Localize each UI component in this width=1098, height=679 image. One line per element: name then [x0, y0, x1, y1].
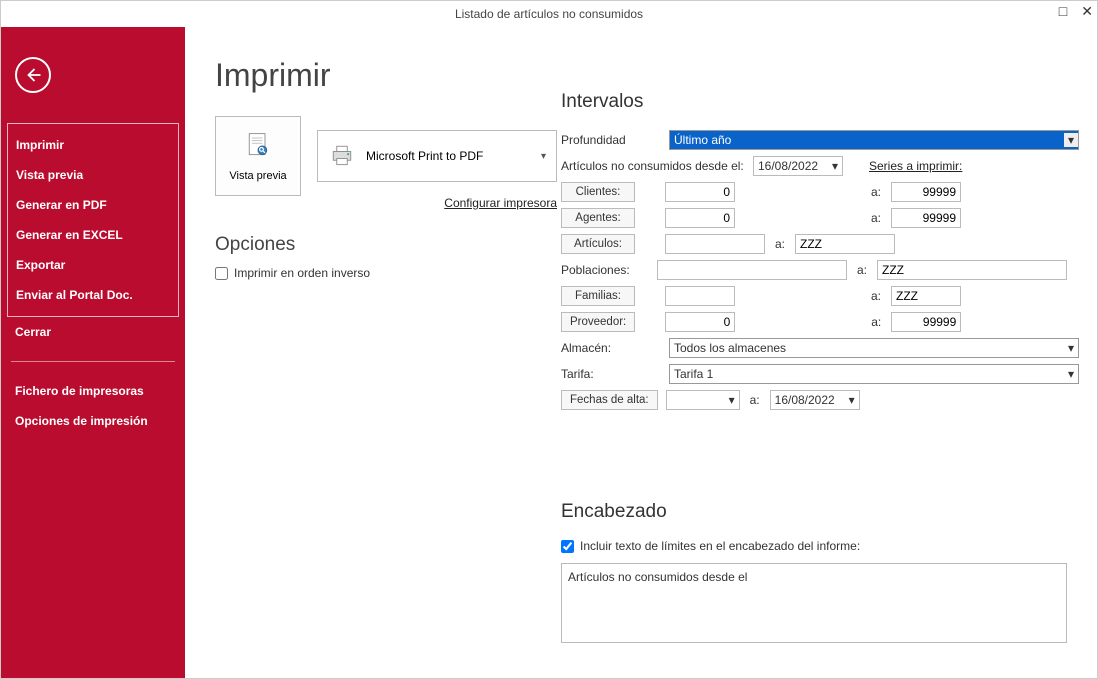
sidebar-item-opciones-impresion[interactable]: Opciones de impresión — [1, 406, 185, 436]
title-bar: Listado de artículos no consumidos □ ✕ — [1, 1, 1097, 27]
articulos-button[interactable]: Artículos: — [561, 234, 635, 254]
incluir-limites-row[interactable]: Incluir texto de límites en el encabezad… — [561, 539, 1081, 553]
fechas-alta-to-input[interactable]: 16/08/2022 ▾ — [770, 390, 860, 410]
incluir-limites-label: Incluir texto de límites en el encabezad… — [580, 539, 860, 553]
chevron-down-icon: ▾ — [1068, 341, 1074, 355]
a-label: a: — [869, 289, 883, 303]
agentes-from-input[interactable] — [665, 208, 735, 228]
printer-select[interactable]: Microsoft Print to PDF ▾ — [317, 130, 557, 182]
articulos-to-input[interactable] — [795, 234, 895, 254]
poblaciones-from-input[interactable] — [657, 260, 847, 280]
a-label: a: — [869, 315, 883, 329]
incluir-limites-checkbox[interactable] — [561, 540, 574, 553]
encabezado-textarea[interactable] — [561, 563, 1067, 643]
reverse-order-checkbox[interactable] — [215, 267, 228, 280]
sidebar-item-vista-previa[interactable]: Vista previa — [8, 160, 178, 190]
fechas-alta-to-value: 16/08/2022 — [775, 393, 835, 407]
intervalos-heading: Intervalos — [561, 91, 1081, 113]
sidebar-item-generar-pdf[interactable]: Generar en PDF — [8, 190, 178, 220]
clientes-from-input[interactable] — [665, 182, 735, 202]
proveedor-button[interactable]: Proveedor: — [561, 312, 635, 332]
profundidad-select[interactable]: Último año ▾ — [669, 130, 1079, 150]
poblaciones-to-input[interactable] — [877, 260, 1067, 280]
vista-previa-button[interactable]: Vista previa — [215, 116, 301, 196]
proveedor-from-input[interactable] — [665, 312, 735, 332]
fechas-alta-from-input[interactable]: ▾ — [666, 390, 740, 410]
a-label: a: — [869, 211, 883, 225]
a-label: a: — [869, 185, 883, 199]
profundidad-label: Profundidad — [561, 133, 661, 147]
fechas-alta-button[interactable]: Fechas de alta: — [561, 390, 658, 410]
chevron-down-icon: ▾ — [1064, 133, 1078, 147]
document-preview-icon — [244, 131, 272, 166]
articulos-from-input[interactable] — [665, 234, 765, 254]
sidebar-item-enviar-portal[interactable]: Enviar al Portal Doc. — [8, 280, 178, 310]
back-button[interactable] — [15, 57, 51, 93]
sidebar-item-exportar[interactable]: Exportar — [8, 250, 178, 280]
page-title: Imprimir — [215, 57, 1077, 94]
agentes-button[interactable]: Agentes: — [561, 208, 635, 228]
chevron-down-icon: ▾ — [849, 393, 855, 407]
poblaciones-label: Poblaciones: — [561, 263, 649, 277]
familias-from-input[interactable] — [665, 286, 735, 306]
proveedor-to-input[interactable] — [891, 312, 961, 332]
printer-icon — [328, 141, 356, 172]
vista-previa-label: Vista previa — [229, 170, 286, 182]
since-date-value: 16/08/2022 — [758, 159, 818, 173]
reverse-order-label: Imprimir en orden inverso — [234, 266, 370, 280]
since-date-input[interactable]: 16/08/2022 ▾ — [753, 156, 843, 176]
maximize-icon[interactable]: □ — [1059, 3, 1067, 20]
almacen-label: Almacén: — [561, 341, 661, 355]
tarifa-label: Tarifa: — [561, 367, 661, 381]
chevron-down-icon: ▾ — [832, 159, 838, 173]
since-label: Artículos no consumidos desde el: — [561, 159, 745, 173]
close-icon[interactable]: ✕ — [1081, 3, 1093, 20]
sidebar-item-generar-excel[interactable]: Generar en EXCEL — [8, 220, 178, 250]
a-label: a: — [855, 263, 869, 277]
tarifa-value: Tarifa 1 — [674, 367, 713, 381]
profundidad-value: Último año — [674, 133, 731, 147]
familias-button[interactable]: Familias: — [561, 286, 635, 306]
sidebar: Imprimir Vista previa Generar en PDF Gen… — [1, 27, 185, 678]
printer-name: Microsoft Print to PDF — [366, 149, 483, 163]
sidebar-item-cerrar[interactable]: Cerrar — [1, 317, 185, 347]
window-title: Listado de artículos no consumidos — [455, 7, 643, 21]
agentes-to-input[interactable] — [891, 208, 961, 228]
tarifa-select[interactable]: Tarifa 1 ▾ — [669, 364, 1079, 384]
sidebar-item-fichero-impresoras[interactable]: Fichero de impresoras — [1, 376, 185, 406]
chevron-down-icon: ▾ — [1068, 367, 1074, 381]
chevron-down-icon: ▾ — [729, 393, 735, 407]
a-label: a: — [748, 393, 762, 407]
encabezado-heading: Encabezado — [561, 501, 1081, 523]
configurar-impresora-link[interactable]: Configurar impresora — [317, 196, 557, 210]
familias-to-input[interactable] — [891, 286, 961, 306]
clientes-button[interactable]: Clientes: — [561, 182, 635, 202]
almacen-value: Todos los almacenes — [674, 341, 786, 355]
almacen-select[interactable]: Todos los almacenes ▾ — [669, 338, 1079, 358]
clientes-to-input[interactable] — [891, 182, 961, 202]
sidebar-item-imprimir[interactable]: Imprimir — [8, 130, 178, 160]
chevron-down-icon: ▾ — [541, 151, 546, 162]
series-imprimir-link[interactable]: Series a imprimir: — [869, 159, 962, 173]
a-label: a: — [773, 237, 787, 251]
